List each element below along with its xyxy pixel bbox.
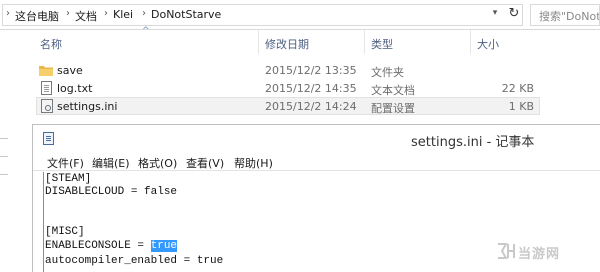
file-type: 文件夹 <box>371 66 404 79</box>
text-file-icon <box>41 81 52 95</box>
search-placeholder: 搜索"DoNot <box>539 10 600 23</box>
selected-text[interactable]: true <box>150 240 178 252</box>
file-row-save[interactable]: save 2015/12/2 13:35 文件夹 <box>36 62 540 80</box>
file-size: 22 KB <box>501 82 534 95</box>
notepad-title: settings.ini - 记事本 <box>411 135 535 150</box>
menu-file[interactable]: 文件(F) <box>47 155 84 171</box>
file-type: 文本文档 <box>371 84 415 97</box>
chevron-right-icon: › <box>66 8 70 19</box>
menu-format[interactable]: 格式(O) <box>138 155 177 171</box>
file-modified: 2015/12/2 14:24 <box>265 100 357 113</box>
search-input[interactable]: 搜索"DoNot <box>530 4 600 26</box>
chevron-right-icon: › <box>104 8 108 19</box>
column-header-type[interactable]: 类型 <box>371 36 393 52</box>
file-row-settings[interactable]: settings.ini 2015/12/2 14:24 配置设置 1 KB <box>36 97 540 115</box>
folder-icon <box>39 66 53 76</box>
text-line: [STEAM] <box>45 173 92 185</box>
refresh-icon[interactable]: ↻ <box>506 6 522 21</box>
file-modified: 2015/12/2 13:35 <box>265 64 357 77</box>
text-line: autocompiler_enabled = true <box>45 255 224 267</box>
breadcrumb-documents[interactable]: 文档 <box>75 8 97 24</box>
text-line: DISABLECLOUD = false <box>45 186 178 198</box>
watermark-text: 当游网 <box>518 247 561 262</box>
column-divider[interactable] <box>470 30 471 54</box>
breadcrumb-this-pc[interactable]: 这台电脑 <box>15 8 59 24</box>
text-line: ENABLECONSOLE = <box>45 240 151 252</box>
file-name: save <box>57 64 83 77</box>
column-header-modified[interactable]: 修改日期 <box>265 36 309 52</box>
divider <box>0 138 8 139</box>
address-bar: › 这台电脑 › 文档 › Klei › DoNotStarve ▾ ↻ 搜索"… <box>0 0 600 30</box>
ini-file-icon <box>41 99 53 113</box>
divider <box>0 156 8 157</box>
chevron-right-icon: › <box>6 8 10 19</box>
navigation-pane[interactable] <box>0 30 30 272</box>
file-name: log.txt <box>57 82 93 95</box>
sort-ascending-icon: ^ <box>142 26 150 36</box>
watermark: 当游网 <box>496 240 600 264</box>
menu-help[interactable]: 帮助(H) <box>234 155 273 171</box>
file-modified: 2015/12/2 14:35 <box>265 82 357 95</box>
chevron-right-icon: › <box>142 8 146 19</box>
notepad-icon[interactable] <box>43 132 54 145</box>
breadcrumb-donotstarve[interactable]: DoNotStarve <box>151 8 221 21</box>
column-header-size[interactable]: 大小 <box>477 36 499 52</box>
menu-view[interactable]: 查看(V) <box>186 155 224 171</box>
text-line-enableconsole: ENABLECONSOLE = true <box>45 240 178 253</box>
breadcrumb-klei[interactable]: Klei <box>113 8 133 21</box>
watermark-logo-icon <box>498 243 515 259</box>
menu-bar: 文件(F) 编辑(E) 格式(O) 查看(V) 帮助(H) <box>33 153 600 171</box>
notepad-title-bar[interactable]: settings.ini - 记事本 <box>33 125 600 153</box>
text-line: [MISC] <box>45 226 85 238</box>
file-size: 1 KB <box>508 100 534 113</box>
menu-edit[interactable]: 编辑(E) <box>92 155 130 171</box>
column-header-name[interactable]: 名称 <box>40 36 62 52</box>
file-name: settings.ini <box>57 100 118 113</box>
breadcrumb[interactable]: › 这台电脑 › 文档 › Klei › DoNotStarve ▾ ↻ <box>2 4 523 26</box>
divider <box>0 174 8 175</box>
chevron-down-icon[interactable]: ▾ <box>489 8 501 18</box>
file-type: 配置设置 <box>371 102 415 115</box>
column-divider[interactable] <box>364 30 365 54</box>
column-divider[interactable] <box>258 30 259 54</box>
file-row-log[interactable]: log.txt 2015/12/2 14:35 文本文档 22 KB <box>36 80 540 98</box>
